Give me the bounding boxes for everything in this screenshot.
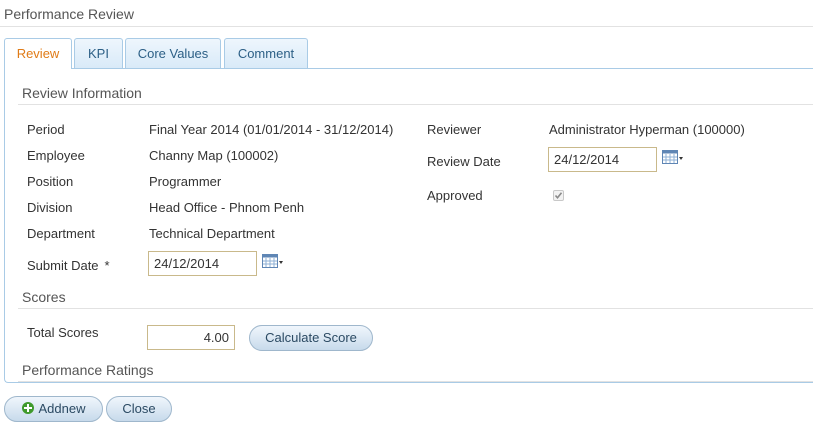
tab-core-values[interactable]: Core Values (125, 38, 221, 68)
performance-ratings-divider (18, 381, 813, 382)
calendar-icon[interactable] (662, 149, 684, 165)
position-label: Position (27, 174, 74, 189)
approved-label: Approved (427, 188, 483, 203)
division-label: Division (27, 200, 73, 215)
tab-kpi[interactable]: KPI (74, 38, 123, 68)
total-scores-field[interactable]: 4.00 (147, 325, 235, 350)
total-scores-label: Total Scores (27, 325, 99, 340)
tab-comment[interactable]: Comment (224, 38, 308, 68)
calendar-icon[interactable] (262, 253, 284, 269)
reviewer-label: Reviewer (427, 122, 482, 137)
calculate-score-button[interactable]: Calculate Score (249, 325, 373, 351)
division-value: Head Office - Phnom Penh (149, 200, 305, 215)
review-information-divider (18, 104, 813, 105)
position-value: Programmer (149, 174, 222, 189)
addnew-button[interactable]: Addnew (4, 396, 103, 422)
plus-circle-icon (21, 402, 34, 414)
submit-date-label-text: Submit Date (27, 258, 99, 273)
period-value: Final Year 2014 (01/01/2014 - 31/12/2014… (149, 122, 394, 137)
scores-heading: Scores (22, 289, 66, 305)
reviewer-value: Administrator Hyperman (100000) (549, 122, 745, 137)
close-button[interactable]: Close (106, 396, 172, 422)
review-date-field[interactable]: 24/12/2014 (548, 147, 657, 172)
employee-label: Employee (27, 148, 85, 163)
required-marker: * (104, 258, 110, 273)
period-label: Period (27, 122, 65, 137)
department-label: Department (27, 226, 95, 241)
performance-ratings-heading: Performance Ratings (22, 362, 154, 378)
page-title: Performance Review (4, 6, 134, 22)
addnew-button-label: Addnew (38, 401, 86, 416)
department-value: Technical Department (149, 226, 275, 241)
checkmark-icon (554, 192, 563, 200)
review-information-heading: Review Information (22, 85, 142, 101)
review-date-label: Review Date (427, 154, 501, 169)
submit-date-label: Submit Date * (27, 258, 110, 273)
employee-value: Channy Map (100002) (149, 148, 279, 163)
tab-review[interactable]: Review (4, 38, 72, 69)
review-panel (4, 68, 813, 383)
scores-divider (18, 308, 813, 309)
submit-date-field[interactable]: 24/12/2014 (148, 251, 257, 276)
approved-checkbox[interactable] (553, 190, 564, 201)
title-divider (0, 26, 813, 27)
